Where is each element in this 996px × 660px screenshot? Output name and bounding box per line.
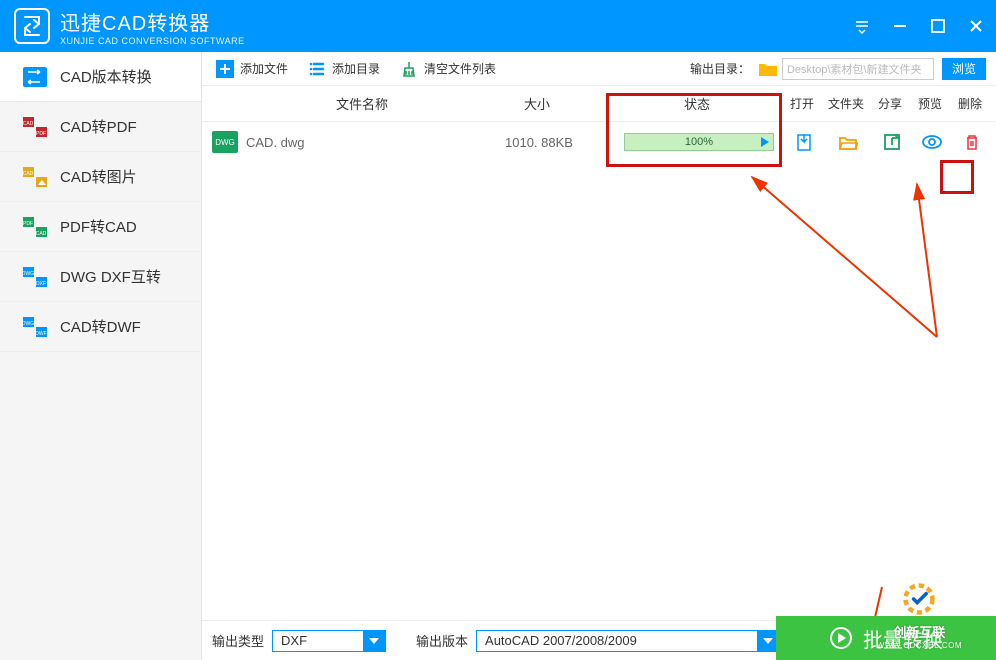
annotation-arrows — [202, 122, 996, 620]
status-header-label: 状态 — [684, 97, 710, 112]
app-logo-icon — [14, 8, 50, 44]
maximize-icon[interactable] — [928, 16, 948, 36]
clear-list-button[interactable]: 清空文件列表 — [392, 52, 504, 85]
batch-convert-button[interactable]: 批量转换 — [776, 616, 996, 660]
open-folder-button[interactable] — [824, 133, 872, 151]
progress-text: 100% — [685, 136, 713, 148]
svg-text:DXF: DXF — [36, 281, 46, 287]
sidebar-item-label: CAD版本转换 — [60, 66, 152, 87]
sidebar-item-cad-dwf[interactable]: DWGDWF CAD转DWF — [0, 302, 201, 352]
add-folder-label: 添加目录 — [332, 60, 380, 77]
browse-button[interactable]: 浏览 — [942, 58, 986, 80]
column-header-status: 状态 — [612, 94, 782, 113]
svg-text:CAD: CAD — [23, 171, 34, 177]
output-version-select[interactable]: AutoCAD 2007/2008/2009 — [476, 630, 780, 652]
svg-text:CAD: CAD — [36, 231, 47, 237]
clear-list-label: 清空文件列表 — [424, 60, 496, 77]
table-header: 文件名称 大小 状态 打开 文件夹 分享 预览 删除 — [202, 86, 996, 122]
broom-icon — [400, 60, 418, 78]
convert-btn-label: 批量转换 — [863, 624, 943, 653]
list-icon — [308, 60, 326, 78]
titlebar: 迅捷CAD转换器 XUNJIE CAD CONVERSION SOFTWARE — [0, 0, 996, 52]
output-type-select[interactable]: DXF — [272, 630, 386, 652]
file-name: CAD. dwg — [246, 135, 464, 150]
svg-text:DWG: DWG — [22, 321, 34, 327]
app-subtitle: XUNJIE CAD CONVERSION SOFTWARE — [60, 36, 852, 46]
table-row: DWG CAD. dwg 1010. 88KB 100% — [202, 122, 996, 162]
chevron-down-icon — [363, 631, 385, 651]
share-button[interactable] — [872, 133, 912, 151]
highlight-preview-box — [940, 160, 974, 194]
sidebar-item-cad-img[interactable]: CAD CAD转图片 — [0, 152, 201, 202]
toolbar: 添加文件 添加目录 清空文件列表 输出目录： Desktop\素材包\新建文件夹… — [202, 52, 996, 86]
add-file-button[interactable]: 添加文件 — [208, 52, 296, 85]
sidebar-item-label: CAD转图片 — [60, 166, 137, 187]
file-area: DWG CAD. dwg 1010. 88KB 100% — [202, 122, 996, 620]
sidebar-item-label: CAD转PDF — [60, 116, 137, 137]
sidebar-item-pdf-cad[interactable]: PDFCAD PDF转CAD — [0, 202, 201, 252]
output-version-value: AutoCAD 2007/2008/2009 — [477, 633, 757, 648]
add-folder-button[interactable]: 添加目录 — [300, 52, 388, 85]
cad-pdf-icon: CADPDF — [22, 116, 48, 138]
pdf-cad-icon: PDFCAD — [22, 216, 48, 238]
sidebar: CAD版本转换 CADPDF CAD转PDF CAD CAD转图片 PDFCAD… — [0, 52, 202, 660]
sidebar-item-label: PDF转CAD — [60, 216, 137, 237]
cad-img-icon: CAD — [22, 166, 48, 188]
output-dir-label: 输出目录： — [690, 60, 750, 77]
app-title: 迅捷CAD转换器 — [60, 7, 852, 36]
minimize-icon[interactable] — [890, 16, 910, 36]
column-header-open: 打开 — [782, 95, 822, 112]
column-header-name: 文件名称 — [202, 94, 462, 113]
svg-text:DWG: DWG — [22, 271, 34, 277]
svg-text:DWF: DWF — [35, 331, 46, 337]
sidebar-item-dwg-dxf[interactable]: DWGDXF DWG DXF互转 — [0, 252, 201, 302]
add-file-label: 添加文件 — [240, 60, 288, 77]
svg-text:CAD: CAD — [23, 121, 34, 127]
cad-convert-icon — [22, 66, 48, 88]
column-header-delete: 删除 — [950, 95, 990, 112]
play-icon — [761, 137, 769, 147]
svg-text:PDF: PDF — [36, 131, 46, 137]
preview-button[interactable] — [912, 133, 952, 151]
column-header-size: 大小 — [462, 94, 612, 113]
folder-icon — [758, 61, 778, 77]
output-version-label: 输出版本 — [416, 631, 468, 650]
dwg-file-icon: DWG — [212, 131, 238, 153]
output-dir-input[interactable]: Desktop\素材包\新建文件夹 — [782, 58, 934, 80]
column-header-folder: 文件夹 — [822, 95, 870, 112]
sidebar-item-label: CAD转DWF — [60, 316, 141, 337]
sidebar-item-cad-version[interactable]: CAD版本转换 — [0, 52, 201, 102]
close-icon[interactable] — [966, 16, 986, 36]
delete-button[interactable] — [952, 133, 992, 151]
output-type-label: 输出类型 — [212, 631, 264, 650]
dwg-dxf-icon: DWGDXF — [22, 266, 48, 288]
file-size: 1010. 88KB — [464, 135, 614, 150]
cad-dwf-icon: DWGDWF — [22, 316, 48, 338]
menu-dropdown-icon[interactable] — [852, 16, 872, 36]
output-type-value: DXF — [273, 633, 363, 648]
svg-text:PDF: PDF — [23, 221, 33, 227]
column-header-preview: 预览 — [910, 95, 950, 112]
sidebar-item-label: DWG DXF互转 — [60, 266, 161, 287]
play-circle-icon — [829, 626, 853, 650]
column-header-share: 分享 — [870, 95, 910, 112]
plus-icon — [216, 60, 234, 78]
progress-bar[interactable]: 100% — [624, 133, 774, 151]
sidebar-item-cad-pdf[interactable]: CADPDF CAD转PDF — [0, 102, 201, 152]
open-file-button[interactable] — [784, 133, 824, 151]
